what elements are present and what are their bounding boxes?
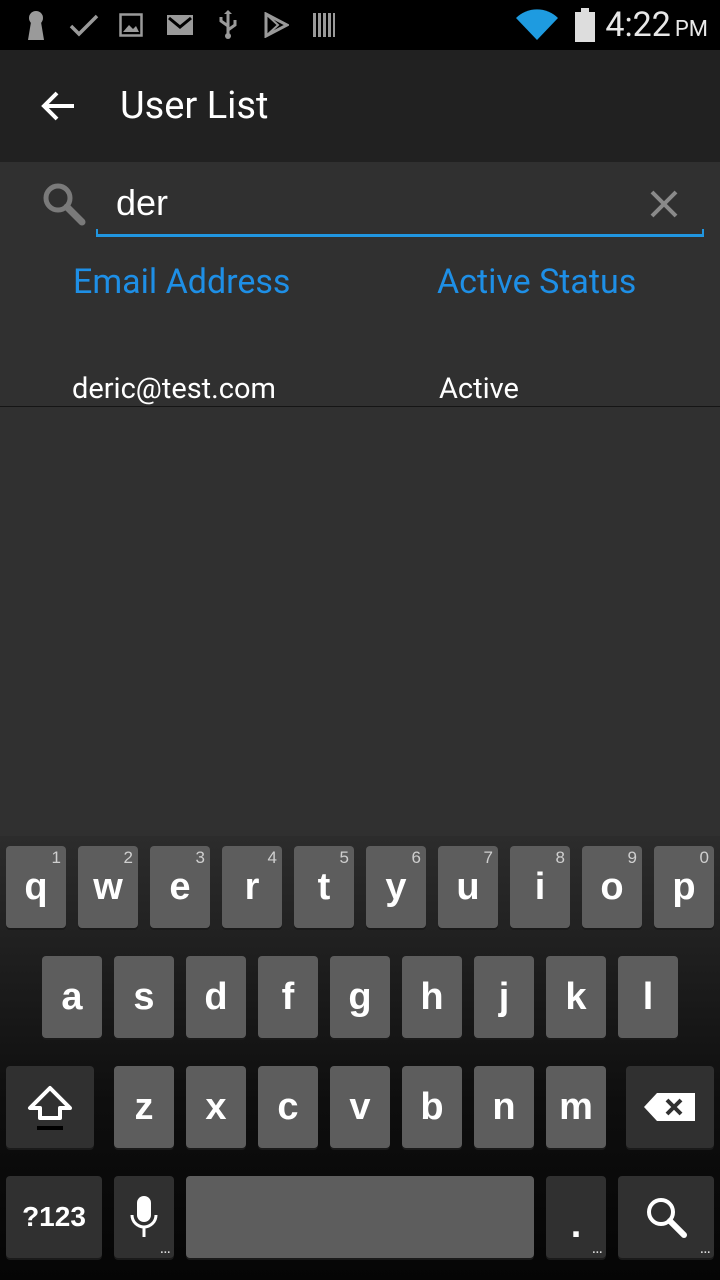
status-cell: Active — [439, 372, 519, 406]
search-underline — [96, 229, 704, 237]
key-f[interactable]: f — [258, 956, 318, 1038]
key-a[interactable]: a — [42, 956, 102, 1038]
row-divider — [0, 406, 720, 407]
key-h[interactable]: h — [402, 956, 462, 1038]
battery-icon — [572, 0, 598, 50]
search-icon — [647, 1198, 687, 1238]
barcode-icon — [310, 0, 338, 50]
backspace-icon — [644, 1093, 695, 1121]
key-g[interactable]: g — [330, 956, 390, 1038]
key-e[interactable]: e3 — [150, 846, 210, 928]
key-m[interactable]: m — [546, 1066, 606, 1148]
search-input[interactable] — [96, 172, 656, 234]
key-t[interactable]: t5 — [294, 846, 354, 928]
close-icon — [650, 190, 678, 218]
key-z[interactable]: z — [114, 1066, 174, 1148]
space-key[interactable] — [186, 1176, 534, 1258]
play-store-icon — [260, 0, 292, 50]
backspace-key[interactable] — [626, 1066, 714, 1148]
clock: 4:22 PM — [605, 5, 708, 45]
key-n[interactable]: n — [474, 1066, 534, 1148]
check-icon — [66, 0, 102, 50]
key-p[interactable]: p0 — [654, 846, 714, 928]
status-bar: 4:22 PM — [0, 0, 720, 50]
key-k[interactable]: k — [546, 956, 606, 1038]
key-v[interactable]: v — [330, 1066, 390, 1148]
key-l[interactable]: l — [618, 956, 678, 1038]
symbols-key[interactable]: ?123 — [6, 1176, 102, 1258]
back-arrow-icon — [41, 91, 74, 121]
clear-search-button[interactable] — [644, 184, 684, 224]
voice-input-key[interactable]: ... — [114, 1176, 174, 1258]
key-b[interactable]: b — [402, 1066, 462, 1148]
key-y[interactable]: y6 — [366, 846, 426, 928]
wifi-icon — [514, 0, 560, 50]
search-key[interactable]: ... — [618, 1176, 714, 1258]
page-title: User List — [120, 84, 269, 128]
key-c[interactable]: c — [258, 1066, 318, 1148]
soft-keyboard: q1 w2 e3 r4 t5 y6 u7 i8 o9 p0 a s d f g … — [0, 836, 720, 1280]
key-r[interactable]: r4 — [222, 846, 282, 928]
key-i[interactable]: i8 — [510, 846, 570, 928]
shift-key[interactable] — [6, 1066, 94, 1148]
mail-icon — [164, 0, 196, 50]
search-icon — [40, 180, 88, 228]
usb-icon — [214, 0, 242, 50]
back-button[interactable] — [28, 76, 88, 136]
image-icon — [116, 0, 146, 50]
microphone-icon — [130, 1196, 158, 1237]
key-j[interactable]: j — [474, 956, 534, 1038]
key-o[interactable]: o9 — [582, 846, 642, 928]
shift-icon — [28, 1086, 72, 1130]
column-header-email[interactable]: Email Address — [73, 262, 290, 302]
key-u[interactable]: u7 — [438, 846, 498, 928]
keyhole-icon — [22, 0, 50, 50]
key-d[interactable]: d — [186, 956, 246, 1038]
email-cell: deric@test.com — [72, 372, 276, 406]
search-bar — [0, 162, 720, 244]
key-q[interactable]: q1 — [6, 846, 66, 928]
action-bar: User List — [0, 50, 720, 162]
key-s[interactable]: s — [114, 956, 174, 1038]
period-key[interactable]: . ... — [546, 1176, 606, 1258]
key-x[interactable]: x — [186, 1066, 246, 1148]
key-w[interactable]: w2 — [78, 846, 138, 928]
column-header-status[interactable]: Active Status — [437, 262, 636, 302]
